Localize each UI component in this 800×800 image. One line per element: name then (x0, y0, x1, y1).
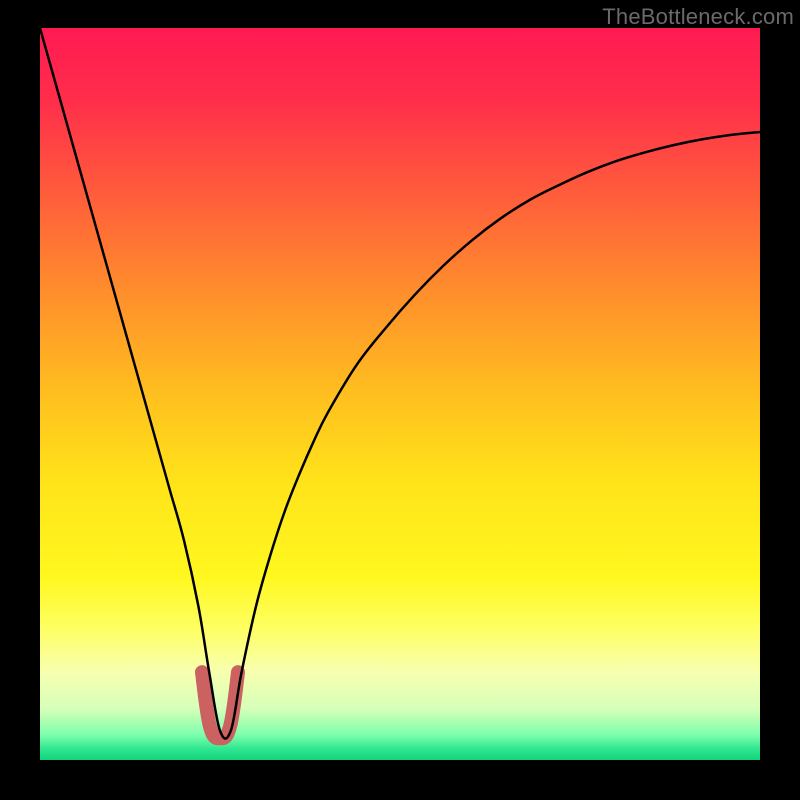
bottleneck-curve-path (40, 28, 760, 739)
plot-area (40, 28, 760, 760)
curve-layer (40, 28, 760, 760)
watermark-text: TheBottleneck.com (602, 4, 794, 30)
chart-frame: TheBottleneck.com (0, 0, 800, 800)
